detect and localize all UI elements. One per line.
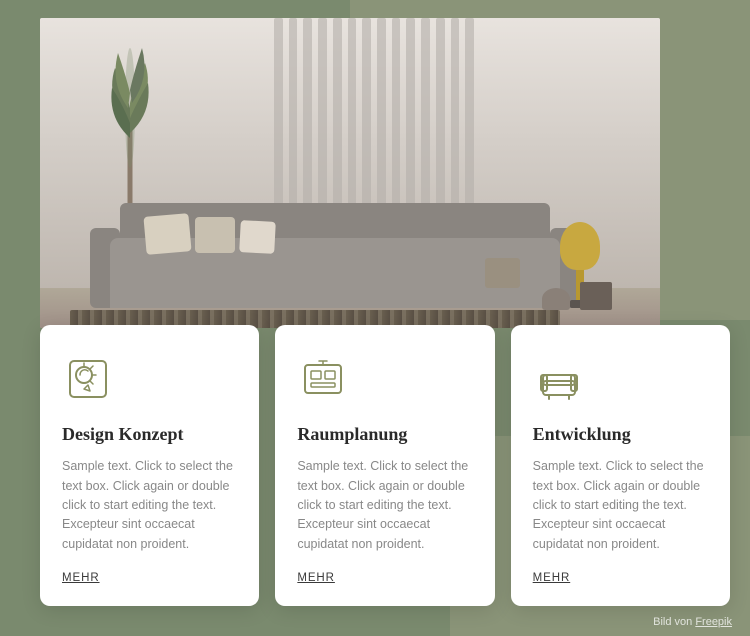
page-wrapper: Design Konzept Sample text. Click to sel… (0, 0, 750, 636)
card-raumplanung-title: Raumplanung (297, 424, 472, 446)
card-raumplanung-text: Sample text. Click to select the text bo… (297, 457, 472, 554)
plant-decoration (100, 28, 160, 208)
raumplanung-icon (297, 353, 472, 410)
card-design-konzept: Design Konzept Sample text. Click to sel… (40, 325, 259, 606)
card-design-konzept-title: Design Konzept (62, 424, 237, 446)
design-konzept-icon (62, 353, 237, 410)
card-entwicklung-text: Sample text. Click to select the text bo… (533, 457, 708, 554)
card-entwicklung-title: Entwicklung (533, 424, 708, 446)
freepik-credit: Bild von Freepik (653, 616, 732, 628)
card-entwicklung-link[interactable]: MEHR (533, 572, 708, 584)
cards-section: Design Konzept Sample text. Click to sel… (40, 325, 730, 606)
card-design-konzept-link[interactable]: MEHR (62, 572, 237, 584)
card-design-konzept-text: Sample text. Click to select the text bo… (62, 457, 237, 554)
sofa (90, 188, 580, 308)
card-raumplanung-link[interactable]: MEHR (297, 572, 472, 584)
card-raumplanung: Raumplanung Sample text. Click to select… (275, 325, 494, 606)
entwicklung-icon (533, 353, 708, 410)
hero-image (40, 18, 660, 328)
freepik-link[interactable]: Freepik (695, 616, 732, 628)
card-entwicklung: Entwicklung Sample text. Click to select… (511, 325, 730, 606)
